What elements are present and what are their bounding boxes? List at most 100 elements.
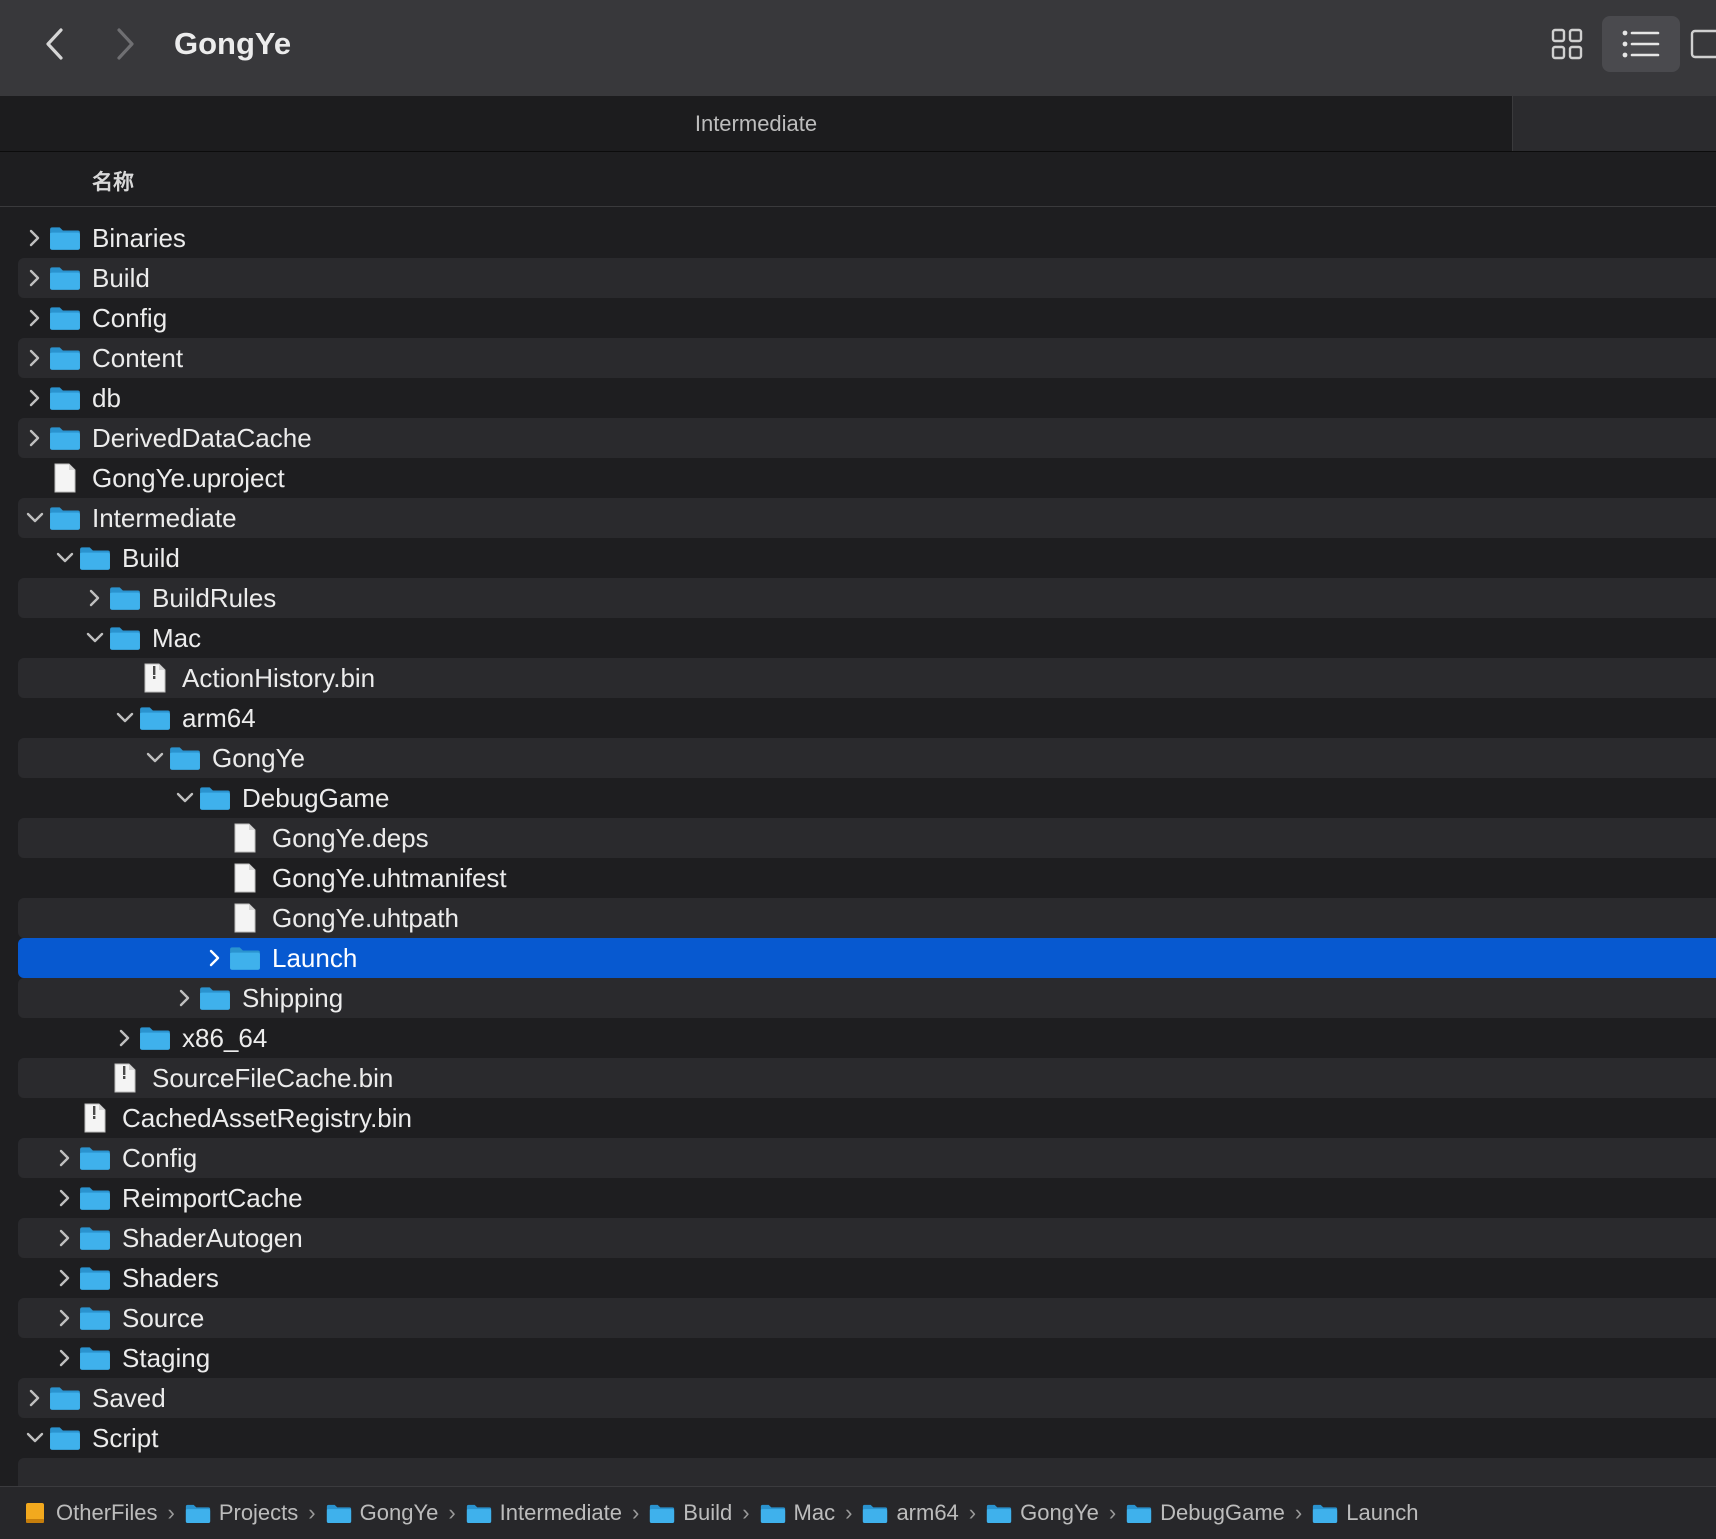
list-item-sourcefilecache-bin[interactable]: SourceFileCache.bin xyxy=(18,1058,1716,1098)
breadcrumb-item-intermediate[interactable]: Intermediate xyxy=(466,1500,622,1526)
list-item-x86-64[interactable]: x86_64 xyxy=(18,1018,1716,1058)
list-view-button[interactable] xyxy=(1602,16,1680,72)
folder-icon xyxy=(198,978,232,1018)
list-item-gongye-uhtmanifest[interactable]: GongYe.uhtmanifest xyxy=(18,858,1716,898)
folder-icon xyxy=(78,1338,112,1378)
column-header-name[interactable]: 名称 xyxy=(92,166,134,196)
breadcrumb-item-arm64[interactable]: arm64 xyxy=(862,1500,959,1526)
disclosure-expanded-icon[interactable] xyxy=(142,738,168,778)
list-item-shaderautogen[interactable]: ShaderAutogen xyxy=(18,1218,1716,1258)
list-item-deriveddatacache[interactable]: DerivedDataCache xyxy=(18,418,1716,458)
list-item-script[interactable]: Script xyxy=(18,1418,1716,1458)
breadcrumb-item-otherfiles[interactable]: OtherFiles xyxy=(22,1500,157,1526)
disclosure-collapsed-icon[interactable] xyxy=(82,578,108,618)
list-item-label: ActionHistory.bin xyxy=(182,663,376,693)
tab-intermediate[interactable]: Intermediate xyxy=(0,96,1513,152)
list-item-shipping[interactable]: Shipping xyxy=(18,978,1716,1018)
breadcrumb-item-gongye[interactable]: GongYe xyxy=(986,1500,1099,1526)
list-item-build[interactable]: Build xyxy=(18,538,1716,578)
disclosure-expanded-icon[interactable] xyxy=(52,538,78,578)
disclosure-collapsed-icon[interactable] xyxy=(52,1298,78,1338)
disclosure-collapsed-icon[interactable] xyxy=(202,938,228,978)
list-item-cachedassetregistry-bin[interactable]: CachedAssetRegistry.bin xyxy=(18,1098,1716,1138)
disclosure-expanded-icon[interactable] xyxy=(112,698,138,738)
disclosure-expanded-icon[interactable] xyxy=(22,498,48,538)
folder-icon xyxy=(78,1178,112,1218)
list-item-binaries[interactable]: Binaries xyxy=(18,218,1716,258)
breadcrumb: OtherFiles › Projects › GongYe › Intermedia… xyxy=(22,1487,1418,1539)
disclosure-collapsed-icon[interactable] xyxy=(22,1378,48,1418)
list-item-config[interactable]: Config xyxy=(18,1138,1716,1178)
list-item-label: Build xyxy=(122,543,180,573)
breadcrumb-item-mac[interactable]: Mac xyxy=(760,1500,835,1526)
folder-icon xyxy=(48,1378,82,1418)
column-view-button[interactable] xyxy=(1690,16,1716,72)
list-item-gongye-uhtpath[interactable]: GongYe.uhtpath xyxy=(18,898,1716,938)
list-item-staging[interactable]: Staging xyxy=(18,1338,1716,1378)
list-item-db[interactable]: db xyxy=(18,378,1716,418)
disclosure-collapsed-icon[interactable] xyxy=(52,1218,78,1258)
list-item-gongye-uproject[interactable]: GongYe.uproject xyxy=(18,458,1716,498)
list-item-config[interactable]: Config xyxy=(18,298,1716,338)
list-item-mac[interactable]: Mac xyxy=(18,618,1716,658)
list-item-reimportcache[interactable]: ReimportCache xyxy=(18,1178,1716,1218)
disclosure-collapsed-icon[interactable] xyxy=(172,978,198,1018)
disclosure-collapsed-icon[interactable] xyxy=(112,1018,138,1058)
forward-button[interactable] xyxy=(106,22,146,66)
list-item-debuggame[interactable]: DebugGame xyxy=(18,778,1716,818)
breadcrumb-separator-icon: › xyxy=(1294,1500,1303,1525)
list-item-actionhistory-bin[interactable]: ActionHistory.bin xyxy=(18,658,1716,698)
disclosure-collapsed-icon[interactable] xyxy=(22,378,48,418)
back-button[interactable] xyxy=(34,22,74,66)
list-item-saved[interactable]: Saved xyxy=(18,1378,1716,1418)
folder-icon xyxy=(138,698,172,738)
breadcrumb-item-launch[interactable]: Launch xyxy=(1312,1500,1418,1526)
list-item-launch[interactable]: Launch xyxy=(18,938,1716,978)
breadcrumb-separator-icon: › xyxy=(631,1500,640,1525)
list-item-gongye[interactable]: GongYe xyxy=(18,738,1716,778)
disclosure-collapsed-icon[interactable] xyxy=(22,258,48,298)
list-item-label: BuildRules xyxy=(152,583,277,613)
path-bar: OtherFiles › Projects › GongYe › Intermedia… xyxy=(0,1486,1716,1539)
folder-icon xyxy=(48,258,82,298)
list-item-label: GongYe.uproject xyxy=(92,463,285,493)
list-item-build[interactable]: Build xyxy=(18,258,1716,298)
folder-icon xyxy=(108,578,142,618)
disclosure-collapsed-icon[interactable] xyxy=(52,1178,78,1218)
list-item-source[interactable]: Source xyxy=(18,1298,1716,1338)
breadcrumb-item-build[interactable]: Build xyxy=(649,1500,732,1526)
disclosure-collapsed-icon[interactable] xyxy=(22,338,48,378)
disclosure-expanded-icon[interactable] xyxy=(82,618,108,658)
list-item-content[interactable]: Content xyxy=(18,338,1716,378)
breadcrumb-separator-icon: › xyxy=(845,1500,853,1525)
breadcrumb-item-gongye[interactable]: GongYe xyxy=(326,1500,438,1526)
disclosure-collapsed-icon[interactable] xyxy=(22,218,48,258)
list-item-label: Saved xyxy=(92,1383,166,1413)
breadcrumb-item-debuggame[interactable]: DebugGame xyxy=(1126,1500,1285,1526)
icon-view-button[interactable] xyxy=(1528,16,1606,72)
folder-icon xyxy=(198,778,232,818)
list-item-intermediate[interactable]: Intermediate xyxy=(18,498,1716,538)
disclosure-collapsed-icon[interactable] xyxy=(52,1338,78,1378)
document-icon xyxy=(228,818,262,858)
breadcrumb-separator-icon: › xyxy=(167,1500,175,1525)
folder-icon xyxy=(78,1218,112,1258)
disclosure-collapsed-icon[interactable] xyxy=(22,418,48,458)
list-item-buildrules[interactable]: BuildRules xyxy=(18,578,1716,618)
list-item-label: db xyxy=(92,383,121,413)
list-item-label: GongYe.uhtpath xyxy=(272,903,459,933)
disclosure-expanded-icon[interactable] xyxy=(172,778,198,818)
folder-icon xyxy=(48,378,82,418)
list-item-label: arm64 xyxy=(182,703,256,733)
breadcrumb-item-projects[interactable]: Projects xyxy=(185,1500,298,1526)
disclosure-expanded-icon[interactable] xyxy=(22,1418,48,1458)
list-item-label: Config xyxy=(92,303,168,333)
disclosure-collapsed-icon[interactable] xyxy=(52,1138,78,1178)
list-item-shaders[interactable]: Shaders xyxy=(18,1258,1716,1298)
disclosure-collapsed-icon[interactable] xyxy=(52,1258,78,1298)
list-item-arm64[interactable]: arm64 xyxy=(18,698,1716,738)
list-item-gongye-deps[interactable]: GongYe.deps xyxy=(18,818,1716,858)
disclosure-collapsed-icon[interactable] xyxy=(22,298,48,338)
breadcrumb-separator-icon: › xyxy=(308,1500,316,1525)
list-item-label: Mac xyxy=(152,623,202,653)
